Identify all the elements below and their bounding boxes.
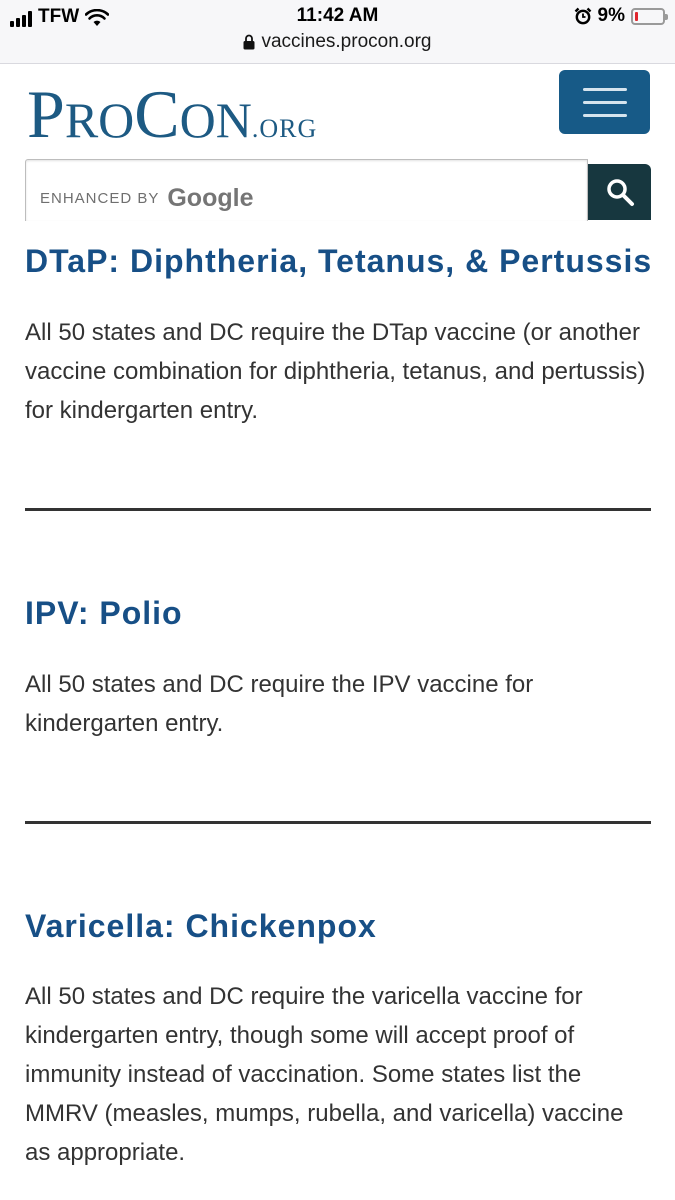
status-bar: TFW 11:42 AM 9% vaccines.procon.org — [0, 0, 675, 64]
alarm-icon — [574, 7, 591, 25]
google-wordmark: Google — [167, 183, 254, 212]
lock-icon — [243, 34, 255, 50]
search-watermark: ENHANCED BY Google — [40, 181, 253, 215]
address-bar[interactable]: vaccines.procon.org — [0, 31, 675, 53]
battery-icon — [631, 7, 668, 25]
search-icon — [606, 179, 634, 206]
logo-c: C — [134, 76, 180, 152]
battery-percent: 9% — [597, 5, 625, 26]
logo-ro: RO — [64, 92, 135, 148]
section-divider — [25, 508, 651, 511]
section-divider — [25, 821, 651, 824]
section-title-varicella: Varicella: Chickenpox — [25, 908, 377, 944]
status-right: 9% — [574, 5, 668, 27]
url-text[interactable]: vaccines.procon.org — [261, 31, 431, 53]
section-body-ipv: All 50 states and DC require the IPV vac… — [25, 671, 534, 737]
search-button[interactable] — [588, 164, 651, 220]
hamburger-menu-button[interactable] — [559, 70, 650, 134]
section-body-varicella: All 50 states and DC require the varicel… — [25, 983, 624, 1166]
procon-logo[interactable]: PROCON.ORG — [27, 80, 318, 148]
logo-p: P — [27, 76, 65, 152]
section-title-ipv: IPV: Polio — [25, 595, 183, 631]
menu-bar-icon — [582, 100, 627, 104]
section-title-dtap: DTaP: Diphtheria, Tetanus, & Pertussis — [25, 243, 653, 279]
logo-org: .ORG — [251, 114, 318, 143]
logo-on: ON — [179, 92, 252, 148]
menu-bar-icon — [582, 87, 627, 91]
enhanced-by-label: ENHANCED BY — [40, 189, 160, 207]
battery-level — [635, 11, 638, 21]
section-body-dtap: All 50 states and DC require the DTap va… — [25, 319, 646, 424]
menu-bar-icon — [582, 113, 627, 117]
